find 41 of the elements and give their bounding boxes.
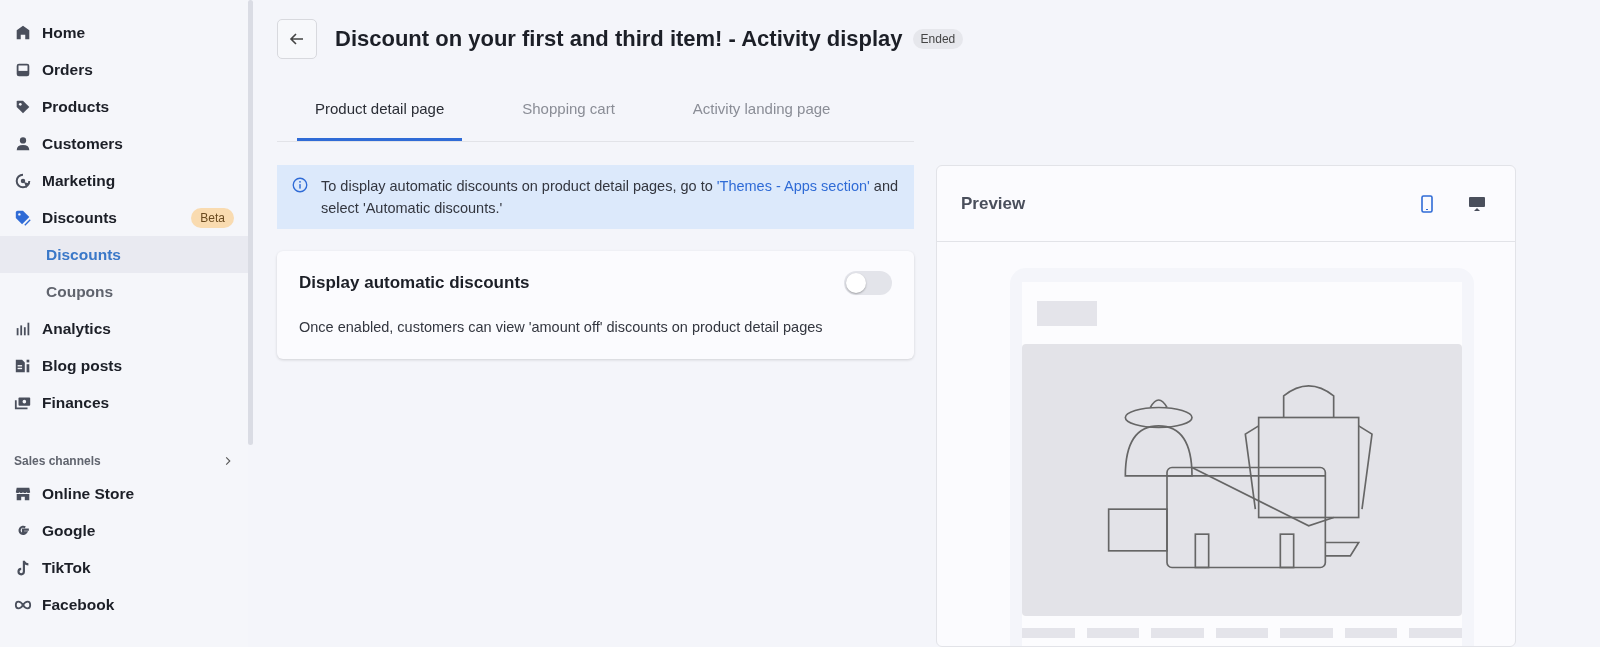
themes-link[interactable]: 'Themes - Apps section' bbox=[716, 178, 870, 194]
sidebar-item[interactable]: TikTok bbox=[0, 549, 248, 586]
sidebar-item[interactable]: Analytics bbox=[0, 310, 248, 347]
sidebar-subitem[interactable]: Coupons bbox=[0, 273, 248, 310]
sidebar-item[interactable]: Marketing bbox=[0, 162, 248, 199]
setting-description: Once enabled, customers can view 'amount off' discounts on product detail pages bbox=[299, 319, 824, 335]
skeleton-chip bbox=[1022, 628, 1075, 638]
target-icon bbox=[14, 171, 32, 190]
discount-tag-icon bbox=[14, 208, 32, 227]
back-button[interactable] bbox=[277, 19, 317, 59]
sidebar-item[interactable]: Google bbox=[0, 512, 248, 549]
sidebar-item[interactable]: Blog posts bbox=[0, 347, 248, 384]
sidebar-item[interactable]: Online Store bbox=[0, 475, 248, 512]
page-title: Discount on your first and third item! - Activity display bbox=[335, 26, 903, 52]
person-icon bbox=[14, 134, 32, 153]
status-badge: Ended bbox=[912, 29, 964, 49]
sidebar-item[interactable]: Finances bbox=[0, 384, 248, 421]
tab[interactable]: Product detail page bbox=[297, 79, 463, 141]
section-heading: Sales channels bbox=[14, 454, 101, 468]
sidebar-item[interactable]: Home bbox=[0, 14, 248, 51]
toggle-switch[interactable] bbox=[844, 271, 892, 295]
skeleton-chip bbox=[1280, 628, 1333, 638]
skeleton-chip bbox=[1344, 628, 1398, 638]
skeleton-bar bbox=[1037, 301, 1097, 326]
sidebar-item[interactable]: Customers bbox=[0, 125, 248, 162]
beta-badge: Beta bbox=[191, 207, 234, 228]
skeleton-chip bbox=[1086, 628, 1140, 638]
skeleton-chip bbox=[1151, 628, 1204, 638]
info-message: To display automatic discounts on product detail pages, go to 'Themes - Apps section' and select 'Automatic discounts.' bbox=[321, 177, 900, 218]
setting-title: Display automatic discounts bbox=[299, 273, 530, 293]
preview-title: Preview bbox=[961, 193, 1026, 214]
home-icon bbox=[14, 23, 32, 42]
sidebar-subitem[interactable]: Discounts bbox=[0, 236, 248, 273]
skeleton-chip bbox=[1409, 628, 1463, 638]
skeleton-chip bbox=[1215, 628, 1269, 638]
sidebar-item[interactable]: Facebook bbox=[0, 586, 248, 623]
info-icon bbox=[291, 176, 309, 194]
sidebar-item[interactable]: Discounts Beta bbox=[0, 199, 248, 236]
sidebar-item[interactable]: Orders bbox=[0, 51, 248, 88]
sidebar-item[interactable]: Products bbox=[0, 88, 248, 125]
scrollbar[interactable] bbox=[248, 0, 253, 445]
